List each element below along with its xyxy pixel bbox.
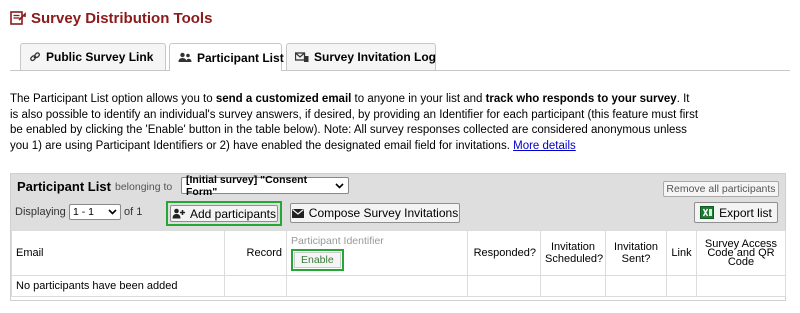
column-header-invitation-scheduled[interactable]: Invitation Scheduled? (540, 230, 606, 276)
empty-table-message: No participants have been added (11, 275, 225, 297)
intro-text-part: The Participant List option allows you t… (10, 93, 216, 105)
add-participants-button[interactable]: Add participants (170, 205, 278, 222)
page-title-text: Survey Distribution Tools (31, 9, 213, 27)
column-header-participant-identifier: Participant Identifier Enable (286, 230, 468, 276)
table-cell (224, 275, 287, 297)
table-cell (467, 275, 541, 297)
page-select[interactable]: 1 - 1 (69, 204, 121, 220)
chevron-down-icon (108, 206, 117, 218)
export-list-button[interactable]: Export list (694, 202, 778, 223)
excel-icon (700, 206, 715, 219)
participants-table: Email Record Participant Identifier Enab… (11, 230, 786, 297)
link-icon (29, 51, 41, 63)
column-header-email[interactable]: Email (11, 230, 225, 276)
panel-header: Participant List belonging to [Initial s… (11, 174, 785, 230)
page-select-value: 1 - 1 (73, 206, 95, 218)
tab-label: Public Survey Link (46, 50, 154, 64)
tab-survey-invitation-log[interactable]: Survey Invitation Log (286, 43, 436, 70)
mail-log-icon (295, 51, 309, 63)
belonging-label: belonging to (115, 181, 173, 193)
tab-public-survey-link[interactable]: Public Survey Link (20, 43, 166, 70)
page-title: Survey Distribution Tools (10, 8, 212, 28)
tab-label: Participant List (197, 50, 284, 65)
column-header-record[interactable]: Record (224, 230, 287, 276)
add-participants-label: Add participants (189, 206, 277, 221)
intro-text: The Participant List option allows you t… (10, 92, 700, 154)
export-label: Export list (719, 205, 772, 220)
table-cell (540, 275, 606, 297)
intro-bold-text: track who responds to your survey (485, 93, 677, 105)
remove-all-participants-button[interactable]: Remove all participants (663, 181, 779, 197)
add-participants-highlight: Add participants (166, 201, 282, 226)
tab-participant-list[interactable]: Participant List (169, 43, 284, 71)
table-cell (666, 275, 697, 297)
compose-label: Compose Survey Invitations (308, 206, 459, 220)
table-row: No participants have been added (11, 275, 786, 297)
intro-bold-text: send a customized email (215, 93, 352, 105)
column-header-responded[interactable]: Responded? (467, 230, 541, 276)
users-icon (178, 52, 192, 63)
column-header-link: Link (666, 230, 697, 276)
tab-bar: Public Survey Link Participant List Surv… (10, 42, 790, 71)
table-cell (286, 275, 468, 297)
instrument-select-value: [Initial survey] "Consent Form" (186, 173, 308, 198)
envelope-icon (291, 208, 304, 218)
add-user-icon (172, 208, 185, 219)
chevron-down-icon (335, 180, 344, 192)
enable-identifier-button[interactable]: Enable (294, 252, 341, 268)
page-count-label: of 1 (124, 206, 143, 218)
participant-identifier-label: Participant Identifier (291, 235, 384, 247)
table-cell (605, 275, 667, 297)
table-cell (696, 275, 786, 297)
column-header-invitation-sent[interactable]: Invitation Sent? (605, 230, 667, 276)
displaying-label: Displaying (15, 206, 66, 218)
survey-distribution-icon (10, 11, 26, 25)
instrument-select[interactable]: [Initial survey] "Consent Form" (181, 174, 349, 198)
table-header-row: Email Record Participant Identifier Enab… (11, 230, 786, 276)
enable-highlight: Enable (291, 249, 344, 271)
more-details-link[interactable]: More details (513, 140, 576, 152)
column-header-access-code: Survey Access Code and QR Code (696, 230, 786, 276)
participant-list-panel: Participant List belonging to [Initial s… (10, 173, 786, 301)
panel-title: Participant List (17, 179, 111, 194)
compose-survey-invitations-button[interactable]: Compose Survey Invitations (290, 203, 460, 223)
tab-label: Survey Invitation Log (314, 50, 437, 64)
intro-text-part: to anyone in your list and (351, 93, 486, 105)
